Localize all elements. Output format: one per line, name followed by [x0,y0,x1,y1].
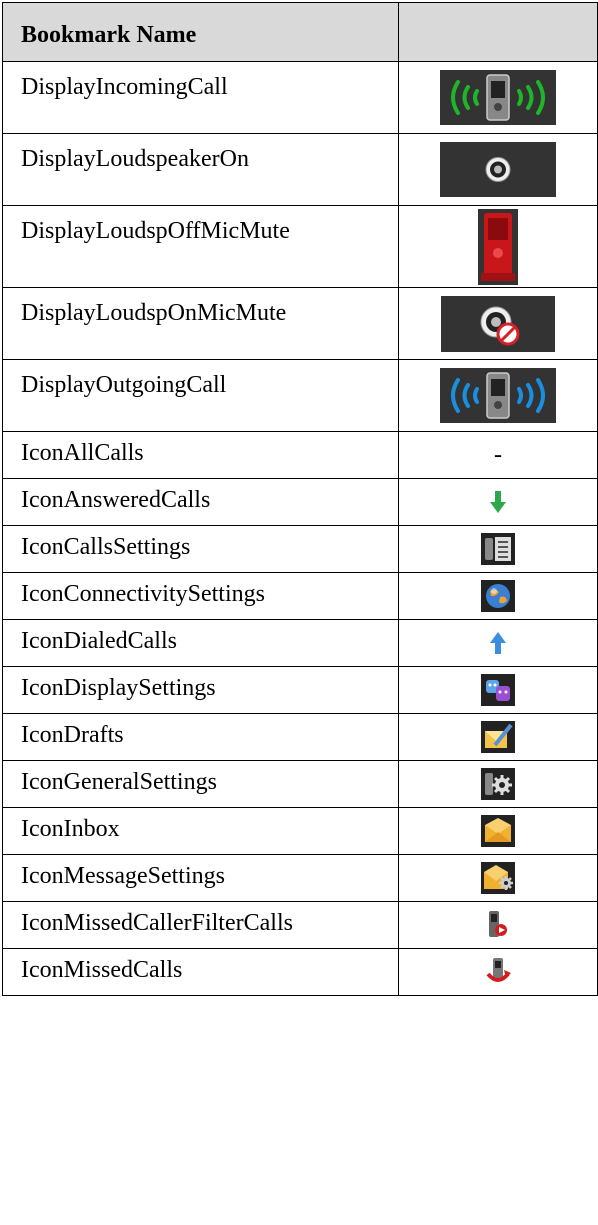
table-row: IconAnsweredCalls [2,478,598,526]
icon-cell [398,619,598,667]
icon-cell: - [398,431,598,479]
envelope-gear-icon [481,862,515,894]
bookmark-name-cell: IconDialedCalls [2,619,399,667]
bookmark-table: Bookmark Name DisplayIncomingCall Displa… [2,2,598,996]
loudspeaker-mic-mute-icon [441,295,555,352]
table-row: DisplayIncomingCall [2,61,598,134]
bookmark-name-cell: IconConnectivitySettings [2,572,399,620]
bookmark-name-cell: IconAnsweredCalls [2,478,399,526]
bookmark-name-cell: IconGeneralSettings [2,760,399,808]
red-phone-mic-mute-icon [478,208,518,285]
table-row: IconAllCalls - [2,431,598,479]
bookmark-name-cell: IconMissedCallerFilterCalls [2,901,399,949]
table-row: IconMissedCallerFilterCalls [2,901,598,949]
phone-ringing-green-icon [440,70,556,125]
table-row: IconConnectivitySettings [2,572,598,620]
table-row: IconGeneralSettings [2,760,598,808]
icon-cell [398,133,598,206]
icon-cell [398,713,598,761]
loudspeaker-on-icon [440,142,556,197]
bookmark-name-cell: DisplayLoudspOnMicMute [2,287,399,360]
blue-up-arrow-icon [490,632,506,654]
table-row: DisplayLoudspeakerOn [2,133,598,206]
table-row: DisplayLoudspOnMicMute [2,287,598,360]
bookmark-name-cell: DisplayOutgoingCall [2,359,399,432]
general-settings-gear-icon [481,768,515,800]
table-header-row: Bookmark Name [2,2,598,62]
bookmark-name-cell: IconAllCalls [2,431,399,479]
envelope-icon [481,815,515,847]
table-row: IconMissedCalls [2,948,598,996]
drafts-pen-icon [481,721,515,753]
table-row: IconCallsSettings [2,525,598,573]
bookmark-name-cell: IconInbox [2,807,399,855]
bookmark-name-cell: IconMissedCalls [2,948,399,996]
bookmark-name-cell: DisplayLoudspOffMicMute [2,205,399,288]
theater-masks-icon [481,674,515,706]
table-row: DisplayLoudspOffMicMute [2,205,598,288]
green-down-arrow-icon [490,491,506,513]
table-row: DisplayOutgoingCall [2,359,598,432]
icon-cell [398,760,598,808]
missed-filter-phone-icon [489,911,507,937]
table-row: IconDialedCalls [2,619,598,667]
icon-cell [398,205,598,288]
bookmark-name-cell: IconCallsSettings [2,525,399,573]
icon-cell [398,359,598,432]
table-row: IconDisplaySettings [2,666,598,714]
calls-settings-icon [481,533,515,565]
bookmark-name-cell: DisplayLoudspeakerOn [2,133,399,206]
icon-cell [398,948,598,996]
icon-cell [398,807,598,855]
icon-cell [398,525,598,573]
icon-cell [398,854,598,902]
icon-cell [398,61,598,134]
table-row: IconMessageSettings [2,854,598,902]
missed-calls-icon [486,958,511,982]
icon-cell [398,901,598,949]
phone-ringing-blue-icon [440,368,556,423]
header-bookmark-name: Bookmark Name [2,2,399,62]
icon-cell [398,478,598,526]
bookmark-name-cell: IconDisplaySettings [2,666,399,714]
icon-cell [398,572,598,620]
icon-cell [398,287,598,360]
header-icon [398,2,598,62]
bookmark-name-cell: IconMessageSettings [2,854,399,902]
icon-cell [398,666,598,714]
bookmark-name-cell: IconDrafts [2,713,399,761]
table-row: IconDrafts [2,713,598,761]
table-row: IconInbox [2,807,598,855]
globe-icon [481,580,515,612]
no-icon-dash: - [494,441,502,468]
bookmark-name-cell: DisplayIncomingCall [2,61,399,134]
